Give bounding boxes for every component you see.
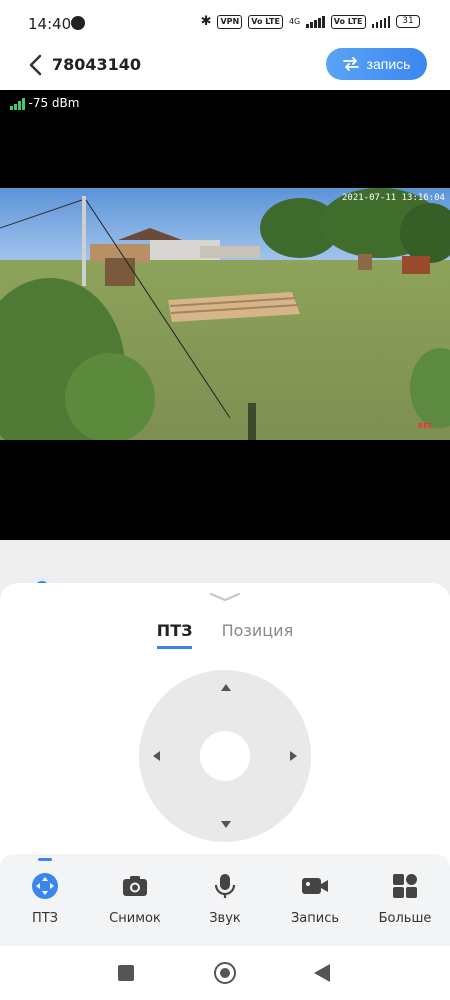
home-icon[interactable]	[214, 962, 236, 984]
toolbar-more-label: Больше	[378, 911, 432, 926]
camera-feed-image	[0, 188, 450, 440]
wifi-signal-icon	[10, 98, 25, 110]
back-arrow-icon[interactable]	[26, 52, 46, 78]
bottom-toolbar: ПТЗ Снимок Звук Запись Больше	[0, 854, 450, 946]
active-indicator	[38, 858, 52, 861]
video-player[interactable]: -75 dBm 2021-07-11 13:16:04 REC	[0, 90, 450, 540]
chevron-down-icon[interactable]	[209, 591, 241, 603]
joystick-center[interactable]	[200, 731, 250, 781]
rec-indicator: REC	[418, 422, 434, 430]
osd-timestamp: 2021-07-11 13:16:04	[342, 193, 445, 203]
signal-dbm: -75 dBm	[28, 96, 80, 110]
status-icons: ✱ VPN Vo LTE 4G Vo LTE 31	[201, 14, 420, 29]
swap-arrows-icon	[342, 57, 359, 71]
toolbar-ptz-label: ПТЗ	[31, 911, 59, 926]
toolbar-ptz[interactable]: ПТЗ	[0, 854, 90, 946]
arrow-left-icon[interactable]	[153, 751, 160, 761]
toolbar-more[interactable]: Больше	[360, 854, 450, 946]
volte-badge: Vo LTE	[248, 14, 283, 29]
grid-icon	[393, 874, 417, 898]
volte-badge-2: Vo LTE	[330, 14, 366, 29]
tab-position[interactable]: Позиция	[222, 621, 294, 646]
arrow-right-icon[interactable]	[290, 751, 297, 761]
toolbar-sound[interactable]: Звук	[180, 854, 270, 946]
signal-icon	[306, 15, 325, 28]
recents-icon[interactable]	[118, 965, 134, 981]
tab-ptz[interactable]: ПТЗ	[156, 621, 193, 649]
ptz-joystick[interactable]	[139, 670, 311, 842]
toolbar-snapshot-label: Снимок	[109, 911, 161, 926]
bluetooth-icon: ✱	[200, 14, 212, 29]
back-triangle-icon[interactable]	[314, 964, 330, 982]
microphone-icon	[214, 874, 236, 898]
record-button[interactable]: запись	[326, 48, 427, 80]
system-navbar	[0, 946, 450, 1000]
header: 78043140 запись	[0, 40, 450, 90]
battery-icon: 31	[396, 15, 420, 28]
vpn-badge: VPN	[217, 14, 243, 29]
toolbar-snapshot[interactable]: Снимок	[90, 854, 180, 946]
toolbar-record[interactable]: Запись	[270, 854, 360, 946]
arrow-up-icon[interactable]	[221, 684, 231, 691]
device-title: 78043140	[52, 55, 142, 74]
camera-icon	[123, 876, 147, 896]
record-button-label: запись	[366, 56, 411, 72]
ptz-icon	[32, 873, 58, 899]
network-type: 4G	[288, 17, 301, 26]
status-time: 14:40	[28, 15, 72, 33]
notification-dot-icon	[71, 16, 85, 30]
video-camera-icon	[302, 878, 328, 894]
toolbar-sound-label: Звук	[209, 911, 241, 926]
toolbar-record-label: Запись	[290, 911, 340, 926]
signal-strength: -75 dBm	[10, 96, 79, 110]
tab-bar: ПТЗ Позиция	[0, 621, 450, 649]
arrow-down-icon[interactable]	[221, 821, 231, 828]
signal-icon-2	[371, 15, 390, 28]
